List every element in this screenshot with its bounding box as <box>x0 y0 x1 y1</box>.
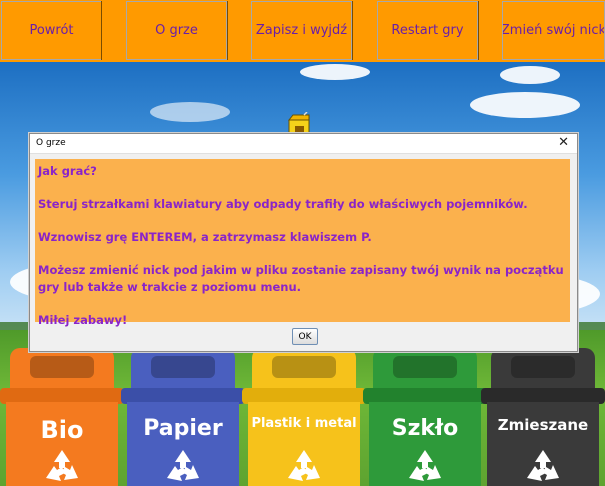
bin-body: Papier <box>127 402 239 486</box>
cloud <box>500 66 560 84</box>
message-line: Miłej zabawy! <box>38 313 128 327</box>
bin-label: Papier <box>143 416 223 441</box>
cloud <box>150 102 230 122</box>
bin-plastik-i-metal: Plastik i metal <box>242 348 366 486</box>
recycle-icon <box>409 450 441 481</box>
restart-game-button[interactable]: Restart gry <box>377 1 478 60</box>
bin-lid <box>10 348 114 390</box>
bin-body: Szkło <box>369 402 481 486</box>
bin-label: Szkło <box>391 416 459 441</box>
about-game-button[interactable]: O grze <box>126 1 227 60</box>
ok-button[interactable]: OK <box>292 328 318 345</box>
bin-zmieszane: Zmieszane <box>481 348 605 486</box>
back-button[interactable]: Powrót <box>1 1 102 60</box>
message-line: Wznowisz grę ENTEREM, a zatrzymasz klawi… <box>38 230 372 244</box>
bin-body: Bio <box>6 402 118 486</box>
menu-separator <box>352 1 353 60</box>
message-line: Możesz zmienić nick pod jakim w pliku zo… <box>38 263 564 294</box>
bin-label: Zmieszane <box>497 416 589 434</box>
bin-bio: Bio <box>0 348 124 486</box>
menu-bar: Powrót O grze Zapisz i wyjdź Restart gry… <box>0 0 605 63</box>
bin-lid <box>131 348 235 390</box>
save-and-exit-button[interactable]: Zapisz i wyjdź <box>251 1 352 60</box>
menu-separator <box>101 1 102 60</box>
bin-szklo: Szkło <box>363 348 487 486</box>
cloud <box>300 64 370 80</box>
close-icon[interactable]: ✕ <box>558 135 569 150</box>
dialog-titlebar[interactable]: O grze ✕ <box>30 134 577 154</box>
dialog-title: O grze <box>36 138 66 148</box>
bin-body: Plastik i metal <box>248 402 360 486</box>
recycle-icon <box>167 450 199 481</box>
cloud <box>470 92 580 118</box>
menu-separator <box>478 1 479 60</box>
bin-lid <box>252 348 356 390</box>
dialog-message: Jak grać? Steruj strzałkami klawiatury a… <box>35 159 570 327</box>
bin-label: Plastik i metal <box>251 416 357 431</box>
recycle-icon <box>527 450 559 481</box>
recycle-icon <box>46 450 78 481</box>
menu-separator <box>227 1 228 60</box>
message-line: Steruj strzałkami klawiatury aby odpady … <box>38 197 528 211</box>
bin-lid <box>491 348 595 390</box>
message-heading: Jak grać? <box>38 164 97 178</box>
bin-papier: Papier <box>121 348 245 486</box>
bin-lid <box>373 348 477 390</box>
bin-label: Bio <box>40 416 84 444</box>
change-nick-button[interactable]: Zmień swój nick <box>502 1 605 60</box>
bin-body: Zmieszane <box>487 402 599 486</box>
recycle-icon <box>288 450 320 481</box>
about-dialog: O grze ✕ Jak grać? Steruj strzałkami kla… <box>29 133 578 352</box>
